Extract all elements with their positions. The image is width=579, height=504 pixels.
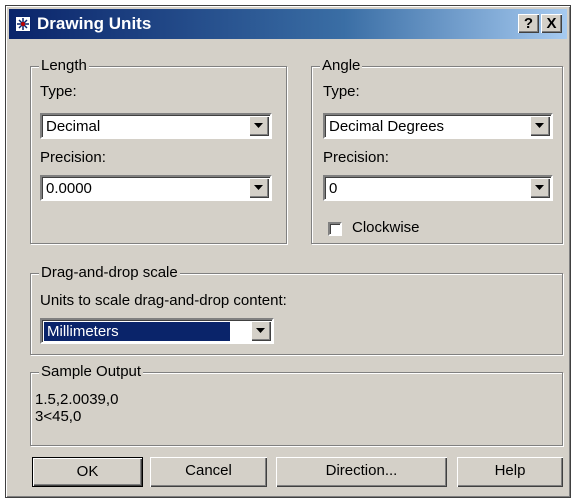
angle-precision-dropdown-button[interactable]: [530, 178, 550, 198]
length-precision-value: 0.0000: [46, 180, 92, 197]
length-type-value: Decimal: [46, 118, 101, 135]
clockwise-checkbox[interactable]: [328, 222, 342, 236]
length-precision-dropdown-button[interactable]: [249, 178, 269, 198]
length-type-select[interactable]: Decimal: [40, 113, 272, 139]
direction-button-label: Direction...: [325, 462, 398, 479]
length-precision-select[interactable]: 0.0000: [40, 175, 272, 201]
close-button[interactable]: X: [541, 14, 562, 33]
title-bar[interactable]: Drawing Units ? X: [9, 9, 567, 39]
length-precision-label: Precision:: [40, 149, 106, 166]
help-button[interactable]: Help: [457, 457, 563, 487]
ok-button[interactable]: OK: [32, 457, 143, 487]
drag-and-drop-group-label: Drag-and-drop scale: [39, 264, 180, 281]
help-icon: ?: [523, 15, 534, 32]
drag-and-drop-units-dropdown-button[interactable]: [251, 321, 271, 341]
drag-and-drop-units-select[interactable]: Millimeters: [40, 318, 274, 344]
chevron-down-icon: [535, 185, 544, 190]
clockwise-label[interactable]: Clockwise: [352, 219, 420, 236]
length-group: Length Type: Decimal Precision: 0.0000: [30, 57, 287, 244]
angle-precision-label: Precision:: [323, 149, 389, 166]
chevron-down-icon: [254, 185, 263, 190]
angle-type-dropdown-button[interactable]: [530, 116, 550, 136]
ok-button-label: OK: [76, 463, 99, 480]
cancel-button-label: Cancel: [185, 462, 232, 479]
close-icon: X: [546, 15, 557, 32]
sample-output-group: Sample Output 1.5,2.0039,0 3<45,0: [30, 363, 563, 446]
drag-and-drop-units-label: Units to scale drag-and-drop content:: [40, 292, 287, 309]
drag-and-drop-scale-group: Drag-and-drop scale Units to scale drag-…: [30, 264, 563, 355]
chevron-down-icon: [256, 328, 265, 333]
sample-output-group-label: Sample Output: [39, 363, 144, 380]
angle-precision-select[interactable]: 0: [323, 175, 553, 201]
length-type-label: Type:: [40, 83, 77, 100]
drawing-units-app-icon: [15, 16, 31, 32]
angle-type-select[interactable]: Decimal Degrees: [323, 113, 553, 139]
chevron-down-icon: [254, 123, 263, 128]
sample-output-line-2: 3<45,0: [35, 408, 82, 425]
length-type-dropdown-button[interactable]: [249, 116, 269, 136]
window-title: Drawing Units: [37, 14, 152, 33]
angle-type-label: Type:: [323, 83, 360, 100]
angle-type-value: Decimal Degrees: [329, 118, 445, 135]
drag-and-drop-units-value: Millimeters: [44, 322, 230, 341]
sample-output-line-1: 1.5,2.0039,0: [35, 391, 119, 408]
length-group-label: Length: [39, 57, 89, 74]
help-button-label: Help: [494, 462, 526, 479]
drawing-units-dialog: Drawing Units ? X Length Type: Decimal P…: [5, 5, 571, 498]
context-help-button[interactable]: ?: [518, 14, 539, 33]
angle-group: Angle Type: Decimal Degrees Precision: 0…: [311, 57, 563, 244]
cancel-button[interactable]: Cancel: [150, 457, 267, 487]
chevron-down-icon: [535, 123, 544, 128]
direction-button[interactable]: Direction...: [276, 457, 447, 487]
angle-precision-value: 0: [329, 180, 338, 197]
angle-group-label: Angle: [320, 57, 363, 74]
